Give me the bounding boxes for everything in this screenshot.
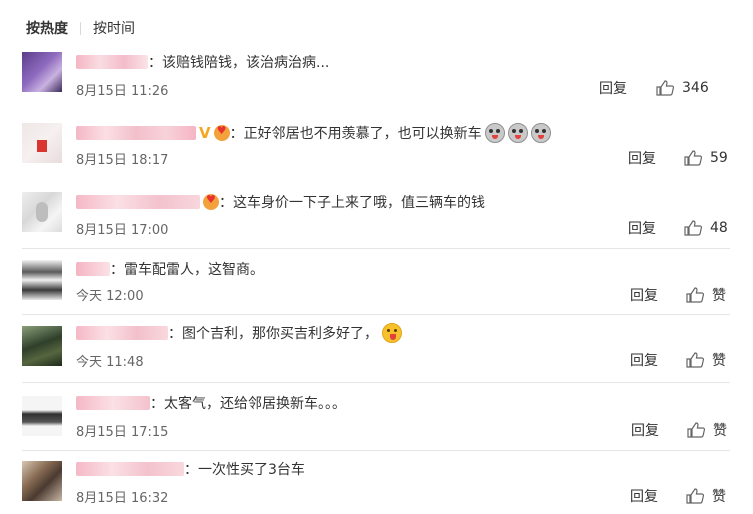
avatar[interactable] xyxy=(22,123,62,163)
member-badge-icon xyxy=(213,124,230,141)
emoji-icon xyxy=(507,123,528,143)
reply-button[interactable]: 回复 xyxy=(631,421,659,439)
divider xyxy=(22,450,730,451)
thumbs-up-icon xyxy=(686,488,704,504)
reply-button[interactable]: 回复 xyxy=(599,79,627,97)
thumbs-up-icon xyxy=(686,352,704,368)
like-button[interactable]: 48 xyxy=(684,219,728,237)
like-button[interactable]: 赞 xyxy=(686,351,726,369)
username[interactable] xyxy=(76,262,110,276)
sort-bar: 按热度 按时间 xyxy=(26,18,135,38)
like-label: 赞 xyxy=(712,353,726,369)
comment-text: 一次性买了3台车 xyxy=(198,462,305,478)
comment-text: 该赔钱陪钱，该治病治病... xyxy=(162,55,330,71)
thumbs-up-icon xyxy=(656,80,674,96)
comment-time: 今天 12:00 xyxy=(76,288,144,304)
like-label: 赞 xyxy=(713,423,727,439)
reply-button[interactable]: 回复 xyxy=(630,487,658,505)
comment-time: 8月15日 11:26 xyxy=(76,83,169,99)
like-label: 赞 xyxy=(712,489,726,505)
username[interactable] xyxy=(76,195,200,209)
avatar[interactable] xyxy=(22,192,62,232)
like-button[interactable]: 赞 xyxy=(686,286,726,304)
like-button[interactable]: 赞 xyxy=(686,487,726,505)
emoji-icon xyxy=(484,123,505,143)
reply-button[interactable]: 回复 xyxy=(628,219,656,237)
comment-time: 8月15日 16:32 xyxy=(76,490,169,506)
avatar[interactable] xyxy=(22,396,62,436)
reply-button[interactable]: 回复 xyxy=(630,351,658,369)
like-count: 59 xyxy=(710,150,728,166)
thumbs-up-icon xyxy=(687,422,705,438)
like-label: 赞 xyxy=(712,288,726,304)
reply-button[interactable]: 回复 xyxy=(630,286,658,304)
thumbs-up-icon xyxy=(684,220,702,236)
verified-v-icon: V xyxy=(199,124,211,142)
divider xyxy=(22,382,730,383)
comment-time: 今天 11:48 xyxy=(76,354,144,370)
like-count: 346 xyxy=(682,80,709,96)
avatar[interactable] xyxy=(22,260,62,300)
comment-time: 8月15日 17:15 xyxy=(76,424,169,440)
comment-text: 雷车配雷人，这智商。 xyxy=(124,262,264,278)
username[interactable] xyxy=(76,326,168,340)
like-button[interactable]: 346 xyxy=(656,79,709,97)
comment-text: 正好邻居也不用羡慕了，也可以换新车 xyxy=(243,126,482,142)
comment-text: 图个吉利，那你买吉利多好了， xyxy=(182,326,378,342)
divider xyxy=(22,314,730,315)
username[interactable] xyxy=(76,396,150,410)
avatar[interactable] xyxy=(22,461,62,501)
avatar[interactable] xyxy=(22,326,62,366)
like-count: 48 xyxy=(710,220,728,236)
comment-time: 8月15日 18:17 xyxy=(76,152,169,168)
sort-by-time[interactable]: 按时间 xyxy=(93,18,135,38)
like-button[interactable]: 59 xyxy=(684,149,728,167)
username[interactable] xyxy=(76,55,148,69)
thumbs-up-icon xyxy=(686,287,704,303)
sort-divider xyxy=(80,21,81,35)
divider xyxy=(22,248,730,249)
thumbs-up-icon xyxy=(684,150,702,166)
emoji-icon xyxy=(530,123,551,143)
avatar[interactable] xyxy=(22,52,62,92)
sort-by-hot[interactable]: 按热度 xyxy=(26,18,68,38)
comment-text: 太客气，还给邻居换新车。。。 xyxy=(164,396,346,412)
like-button[interactable]: 赞 xyxy=(687,421,727,439)
comment-time: 8月15日 17:00 xyxy=(76,222,169,238)
comment-text: 这车身价一下子上来了哦，值三辆车的钱 xyxy=(233,195,485,211)
username[interactable] xyxy=(76,126,196,140)
member-badge-icon xyxy=(203,193,219,210)
reply-button[interactable]: 回复 xyxy=(628,149,656,167)
username[interactable] xyxy=(76,462,184,476)
emoji-icon xyxy=(382,323,402,343)
